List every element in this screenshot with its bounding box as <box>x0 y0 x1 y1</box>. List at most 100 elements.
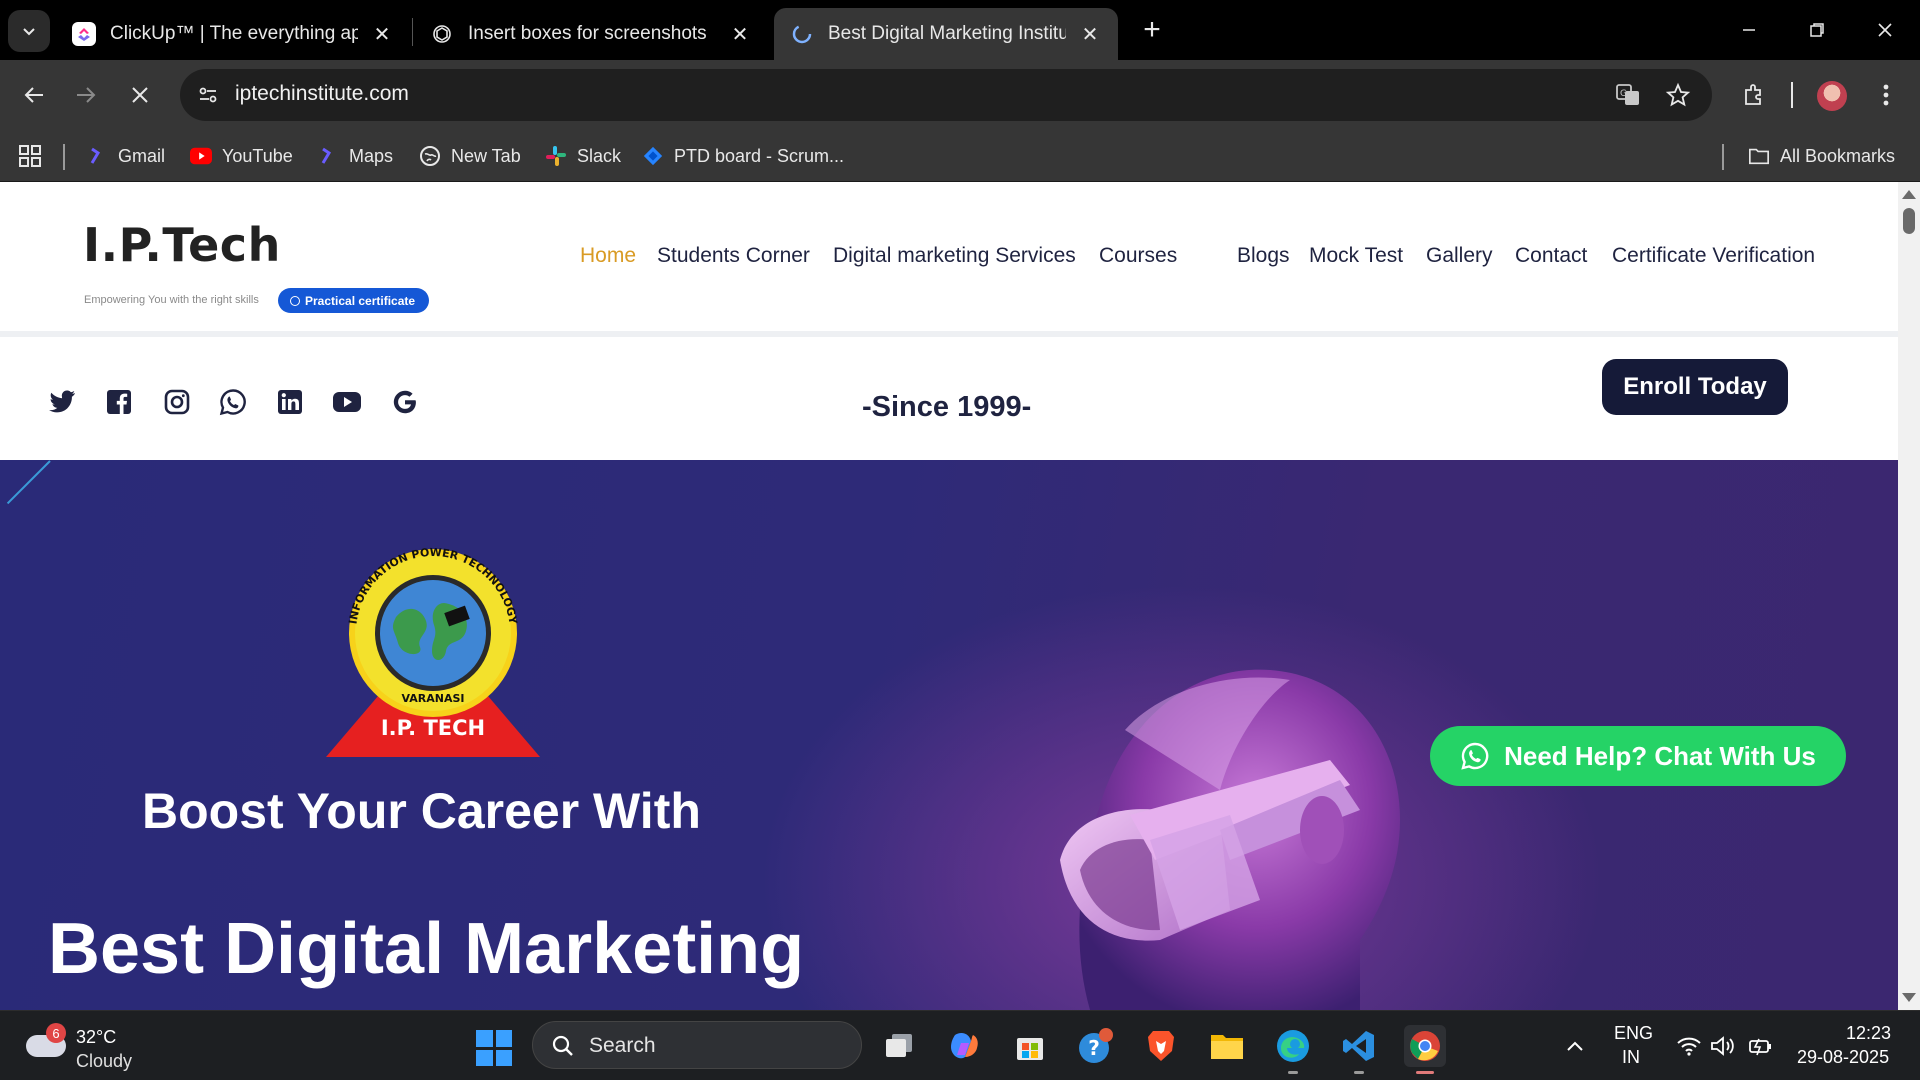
nav-mock-test[interactable]: Mock Test <box>1309 244 1403 268</box>
maps-icon <box>317 145 339 167</box>
hero-heading: Best Digital Marketing <box>48 909 805 989</box>
bookmarks-divider <box>63 144 65 170</box>
site-tagline: Empowering You with the right skills <box>84 294 259 306</box>
bookmark-label: PTD board - Scrum... <box>674 145 845 166</box>
task-view-icon[interactable] <box>878 1025 920 1067</box>
address-bar[interactable]: iptechinstitute.com G <box>180 69 1712 121</box>
clock-time[interactable]: 12:23 <box>1846 1023 1891 1044</box>
tab-bar: ClickUp™ | The everything app f ✕ Insert… <box>0 0 1920 60</box>
tab-iptech[interactable]: Best Digital Marketing Institute ✕ <box>774 8 1118 60</box>
stop-loading-button[interactable] <box>122 77 158 113</box>
linkedin-icon[interactable] <box>275 387 305 417</box>
copilot-icon[interactable] <box>943 1025 985 1067</box>
bookmark-ptd-board[interactable]: PTD board - Scrum... <box>642 140 844 172</box>
bookmark-star-icon[interactable] <box>1664 81 1692 109</box>
close-tab-icon[interactable]: ✕ <box>728 22 752 46</box>
region-indicator: IN <box>1622 1047 1640 1067</box>
translate-icon[interactable]: G <box>1614 81 1642 109</box>
running-indicator <box>1288 1071 1298 1074</box>
close-tab-icon[interactable]: ✕ <box>1078 22 1102 46</box>
search-icon <box>552 1035 573 1056</box>
bookmark-label: Maps <box>349 145 394 166</box>
taskbar-search[interactable]: Search <box>532 1021 862 1069</box>
vscode-icon[interactable] <box>1338 1025 1380 1067</box>
show-hidden-icons-chevron-up-icon[interactable] <box>1554 1025 1596 1067</box>
nav-blogs[interactable]: Blogs <box>1237 244 1290 268</box>
brave-browser-icon[interactable] <box>1140 1025 1182 1067</box>
bookmark-youtube[interactable]: YouTube <box>190 140 293 172</box>
url-text[interactable]: iptechinstitute.com <box>235 82 409 106</box>
bookmarks-divider <box>1722 144 1724 170</box>
nav-courses[interactable]: Courses <box>1099 244 1177 268</box>
instagram-icon[interactable] <box>162 387 192 417</box>
scroll-thumb[interactable] <box>1903 208 1915 234</box>
apps-grid-icon <box>19 145 41 167</box>
minimize-button[interactable] <box>1720 8 1778 52</box>
whatsapp-icon[interactable] <box>218 387 248 417</box>
file-explorer-icon[interactable] <box>1206 1025 1248 1067</box>
chrome-browser-icon[interactable] <box>1404 1025 1446 1067</box>
emblem-name: I.P. TECH <box>381 716 485 740</box>
google-icon[interactable] <box>390 387 420 417</box>
chat-button-label: Need Help? Chat With Us <box>1504 740 1816 771</box>
bookmark-maps[interactable]: Maps <box>317 140 393 172</box>
help-icon[interactable]: ? <box>1074 1025 1116 1067</box>
toolbar-divider <box>1791 82 1793 108</box>
extensions-icon[interactable] <box>1736 77 1772 113</box>
bookmark-slack[interactable]: Slack <box>545 140 621 172</box>
facebook-icon[interactable] <box>104 387 134 417</box>
apps-grid-button[interactable] <box>18 140 42 172</box>
all-bookmarks-button[interactable]: All Bookmarks <box>1748 140 1895 172</box>
back-button[interactable] <box>16 77 52 113</box>
badge-label: Practical certificate <box>305 293 416 308</box>
windows-start-button[interactable] <box>476 1030 512 1066</box>
tab-title: Insert boxes for screenshots <box>468 23 707 44</box>
nav-certificate-verification[interactable]: Certificate Verification <box>1612 244 1815 268</box>
nav-digital-marketing-services[interactable]: Digital marketing Services <box>833 244 1076 268</box>
minimize-icon <box>1743 29 1755 31</box>
menu-kebab-icon[interactable] <box>1868 77 1904 113</box>
openai-icon <box>430 22 454 46</box>
site-logo[interactable]: I.P.Tech <box>83 218 281 272</box>
tab-search-button[interactable] <box>8 10 50 52</box>
bookmark-gmail[interactable]: Gmail <box>86 140 165 172</box>
close-tab-icon[interactable]: ✕ <box>370 22 394 46</box>
bookmark-new-tab[interactable]: New Tab <box>419 140 521 172</box>
nav-contact[interactable]: Contact <box>1515 244 1587 268</box>
restore-button[interactable] <box>1788 8 1846 52</box>
nav-home[interactable]: Home <box>580 244 636 268</box>
emblem-city: VARANASI <box>402 692 465 705</box>
volume-icon[interactable] <box>1702 1025 1744 1067</box>
bookmark-label: Slack <box>577 145 622 166</box>
language-indicator[interactable]: ENG <box>1614 1023 1653 1044</box>
battery-icon[interactable] <box>1740 1025 1782 1067</box>
page-scrollbar[interactable] <box>1898 182 1920 1010</box>
scroll-down-arrow[interactable] <box>1902 993 1916 1002</box>
windows-logo-pane <box>495 1030 512 1047</box>
microsoft-store-icon[interactable] <box>1009 1025 1051 1067</box>
tab-clickup[interactable]: ClickUp™ | The everything app f ✕ <box>56 8 410 60</box>
tab-title: ClickUp™ | The everything app f <box>110 23 358 44</box>
twitter-icon[interactable] <box>47 387 77 417</box>
practical-certificate-badge[interactable]: Practical certificate <box>278 288 430 313</box>
nav-gallery[interactable]: Gallery <box>1426 244 1493 268</box>
site-settings-icon[interactable] <box>194 81 222 109</box>
loading-spinner-icon <box>790 22 814 46</box>
whatsapp-chat-button[interactable]: Need Help? Chat With Us <box>1430 726 1846 786</box>
clock-date[interactable]: 29-08-2025 <box>1797 1047 1889 1068</box>
vr-headset-illustration <box>1060 669 1400 1010</box>
tab-chatgpt[interactable]: Insert boxes for screenshots ✕ <box>414 8 768 60</box>
close-window-button[interactable] <box>1856 8 1914 52</box>
social-bar: -Since 1999- Enroll Today <box>0 343 1898 463</box>
profile-avatar[interactable] <box>1817 81 1847 111</box>
forward-button[interactable] <box>68 77 104 113</box>
scroll-up-arrow[interactable] <box>1902 190 1916 199</box>
edge-browser-icon[interactable] <box>1272 1025 1314 1067</box>
enroll-today-button[interactable]: Enroll Today <box>1602 359 1788 415</box>
nav-students-corner[interactable]: Students Corner <box>657 244 810 268</box>
windows-logo-pane <box>476 1049 493 1066</box>
windows-logo-pane <box>476 1030 493 1047</box>
youtube-icon[interactable] <box>332 387 362 417</box>
new-tab-button[interactable]: + <box>1134 12 1170 48</box>
notification-badge: 6 <box>46 1023 66 1043</box>
